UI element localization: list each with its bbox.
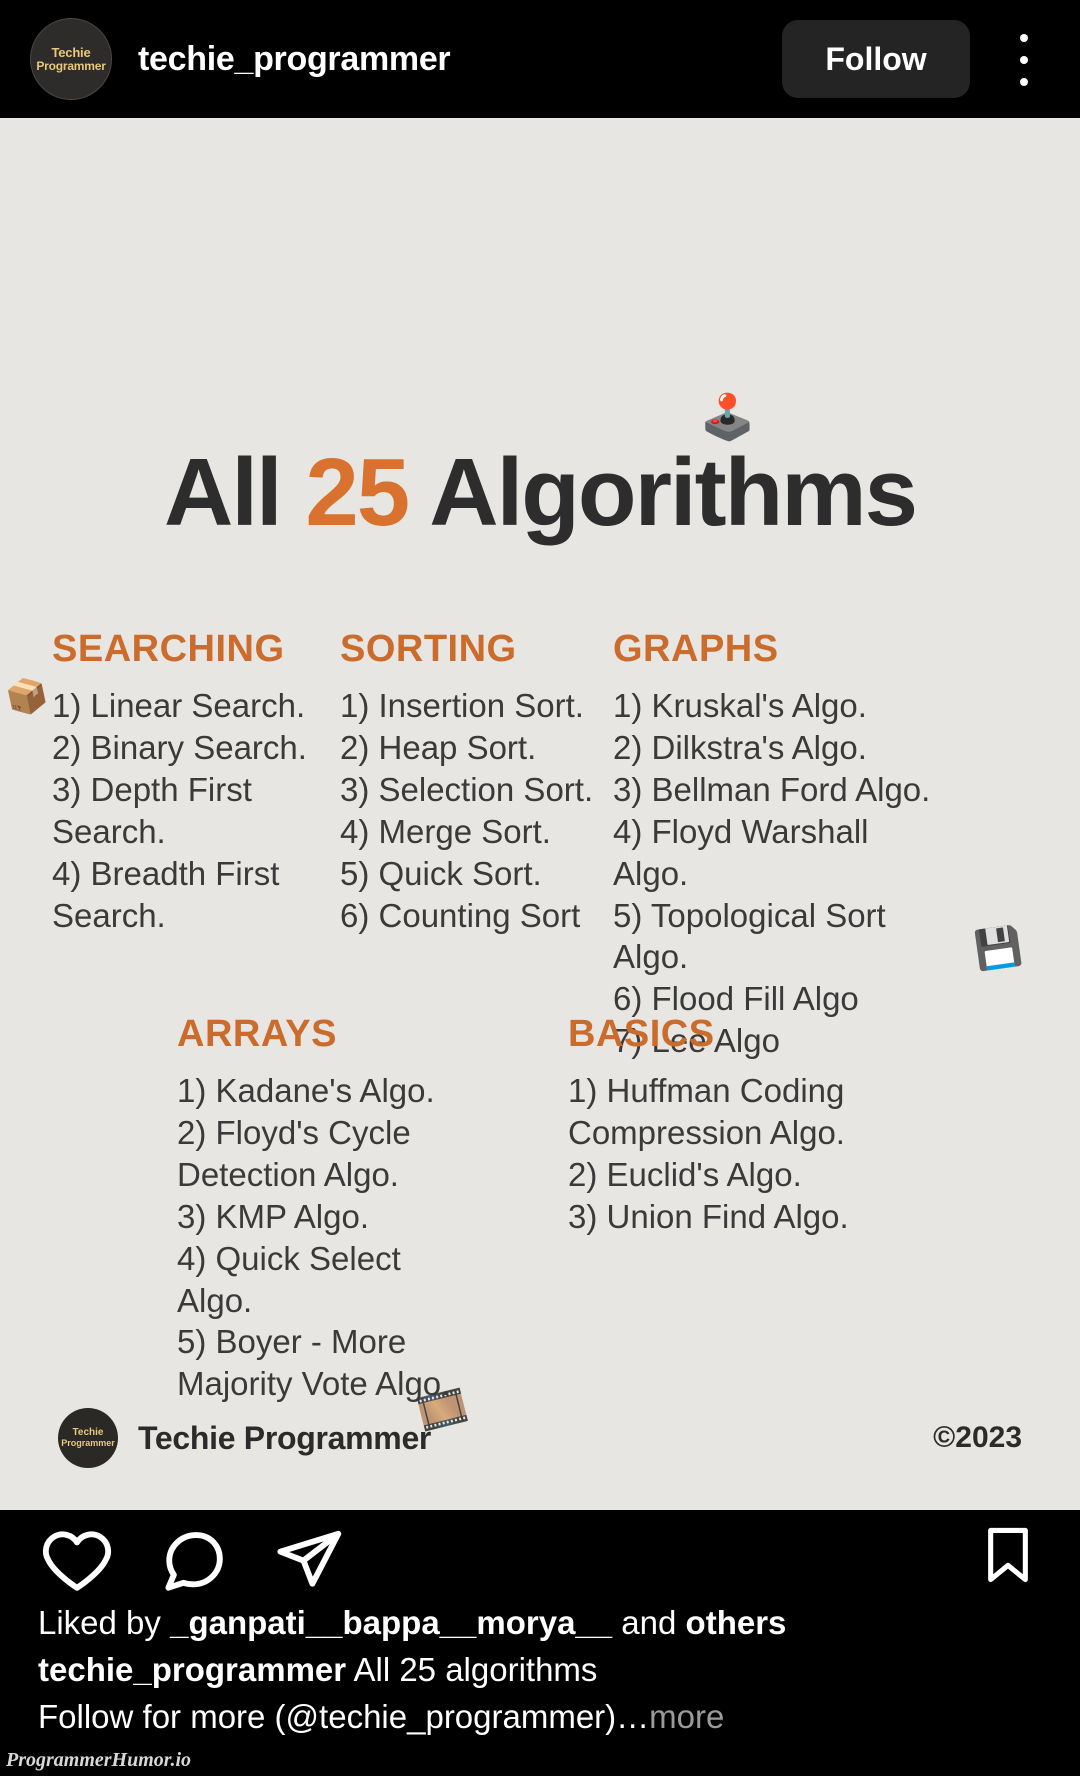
list-item: 5) Quick Sort. <box>340 854 542 892</box>
caption-block: Liked by _ganpati__bappa__morya__ and ot… <box>0 1600 1080 1741</box>
post-header: Techie Programmer techie_programmer Foll… <box>0 0 1080 118</box>
list-item: 5) Boyer - More Majority Vote Algo. <box>177 1323 451 1403</box>
liked-by-mid: and <box>612 1604 686 1641</box>
title-suffix: Algorithms <box>408 439 918 546</box>
list-item: 4) Merge Sort. <box>340 812 551 850</box>
post-image[interactable]: 🕹️ 📦 💾 🎞️ All 25 Algorithms SEARCHING 1)… <box>0 118 1080 1510</box>
floppy-disk-icon: 💾 <box>972 924 1026 974</box>
copyright-label: ©2023 <box>933 1421 1022 1454</box>
list-item: 3) Union Find Algo. <box>568 1197 849 1235</box>
avatar[interactable]: Techie Programmer <box>30 18 112 100</box>
follow-button[interactable]: Follow <box>782 20 970 98</box>
watermark-label: ProgrammerHumor.io <box>6 1749 192 1771</box>
instagram-post-screen: Techie Programmer techie_programmer Foll… <box>0 0 1080 1776</box>
section-graphs: GRAPHS 1) Kruskal's Algo. 2) Dilkstra's … <box>613 628 943 1062</box>
caption-row-1: techie_programmer All 25 algorithms <box>38 1647 1042 1694</box>
section-title: GRAPHS <box>613 628 779 670</box>
caption-author[interactable]: techie_programmer <box>38 1651 346 1688</box>
avatar-line-2: Programmer <box>36 58 106 73</box>
bookmark-icon[interactable] <box>976 1523 1040 1597</box>
list-item: 5) Topological Sort Algo. <box>613 896 886 976</box>
list-item: 2) Binary Search. <box>52 728 307 766</box>
list-item: 1) Linear Search. <box>52 687 306 724</box>
section-searching: SEARCHING 1) Linear Search. 2) Binary Se… <box>52 628 322 936</box>
kebab-menu-icon[interactable] <box>1002 34 1046 86</box>
section-list: 1) Linear Search. 2) Binary Search. 3) D… <box>52 685 322 936</box>
list-item: 3) Bellman Ford Algo. <box>613 770 931 808</box>
page-title: All 25 Algorithms <box>0 438 1080 548</box>
list-item: 4) Breadth First Search. <box>52 854 280 934</box>
list-item: 3) KMP Algo. <box>177 1197 369 1235</box>
section-list: 1) Insertion Sort. 2) Heap Sort. 3) Sele… <box>340 685 595 936</box>
list-item: 3) Depth First Search. <box>52 770 252 850</box>
liked-by-prefix: Liked by <box>38 1604 171 1641</box>
title-number: 25 <box>305 439 410 546</box>
list-item: 1) Kruskal's Algo. <box>613 687 867 724</box>
list-item: 2) Dilkstra's Algo. <box>613 728 867 766</box>
list-item: 2) Euclid's Algo. <box>568 1155 802 1193</box>
list-item: 4) Floyd Warshall Algo. <box>613 812 869 892</box>
section-list: 1) Kadane's Algo. 2) Floyd's Cycle Detec… <box>177 1070 467 1405</box>
list-item: 2) Floyd's Cycle Detection Algo. <box>177 1113 411 1193</box>
liked-by-username[interactable]: _ganpati__bappa__morya__ <box>170 1604 612 1641</box>
action-bar <box>0 1510 1080 1610</box>
list-item: 1) Kadane's Algo. <box>177 1072 435 1109</box>
brand-avatar-line-1: Techie <box>72 1427 104 1439</box>
list-item: 3) Selection Sort. <box>340 770 594 808</box>
section-title: BASICS <box>568 1013 715 1055</box>
title-prefix: All <box>164 439 306 546</box>
section-list: 1) Huffman Coding Compression Algo. 2) E… <box>568 1070 868 1238</box>
caption-row-2: Follow for more (@techie_programmer)…mor… <box>38 1694 1042 1741</box>
section-title: SEARCHING <box>52 628 285 670</box>
more-link[interactable]: more <box>649 1698 724 1735</box>
likes-row: Liked by _ganpati__bappa__morya__ and ot… <box>38 1600 1042 1647</box>
package-icon: 📦 <box>2 674 52 720</box>
brand-avatar: Techie Programmer <box>58 1408 118 1468</box>
brand-avatar-line-2: Programmer <box>61 1437 115 1448</box>
avatar-line-1: Techie <box>51 44 91 60</box>
section-arrays: ARRAYS 1) Kadane's Algo. 2) Floyd's Cycl… <box>177 1013 467 1405</box>
joystick-icon: 🕹️ <box>700 393 755 442</box>
username-label[interactable]: techie_programmer <box>138 40 451 79</box>
brand-name: Techie Programmer <box>138 1419 432 1456</box>
post-branding-footer: Techie Programmer Techie Programmer ©202… <box>0 1408 1080 1468</box>
list-item: 1) Insertion Sort. <box>340 687 584 724</box>
caption-text-1: All 25 algorithms <box>346 1650 598 1688</box>
section-title: ARRAYS <box>177 1013 337 1055</box>
section-basics: BASICS 1) Huffman Coding Compression Alg… <box>568 1013 868 1238</box>
list-item: 1) Huffman Coding Compression Algo. <box>568 1072 845 1151</box>
list-item: 4) Quick Select Algo. <box>177 1239 401 1319</box>
share-icon[interactable] <box>272 1523 346 1597</box>
section-sorting: SORTING 1) Insertion Sort. 2) Heap Sort.… <box>340 628 595 936</box>
comment-icon[interactable] <box>156 1523 230 1597</box>
section-title: SORTING <box>340 628 517 670</box>
list-item: 6) Counting Sort <box>340 896 581 934</box>
caption-text-2: Follow for more (@techie_programmer)… <box>38 1697 650 1735</box>
liked-by-others[interactable]: others <box>686 1604 787 1641</box>
list-item: 2) Heap Sort. <box>340 728 537 766</box>
section-list: 1) Kruskal's Algo. 2) Dilkstra's Algo. 3… <box>613 685 943 1062</box>
heart-icon[interactable] <box>40 1523 114 1597</box>
